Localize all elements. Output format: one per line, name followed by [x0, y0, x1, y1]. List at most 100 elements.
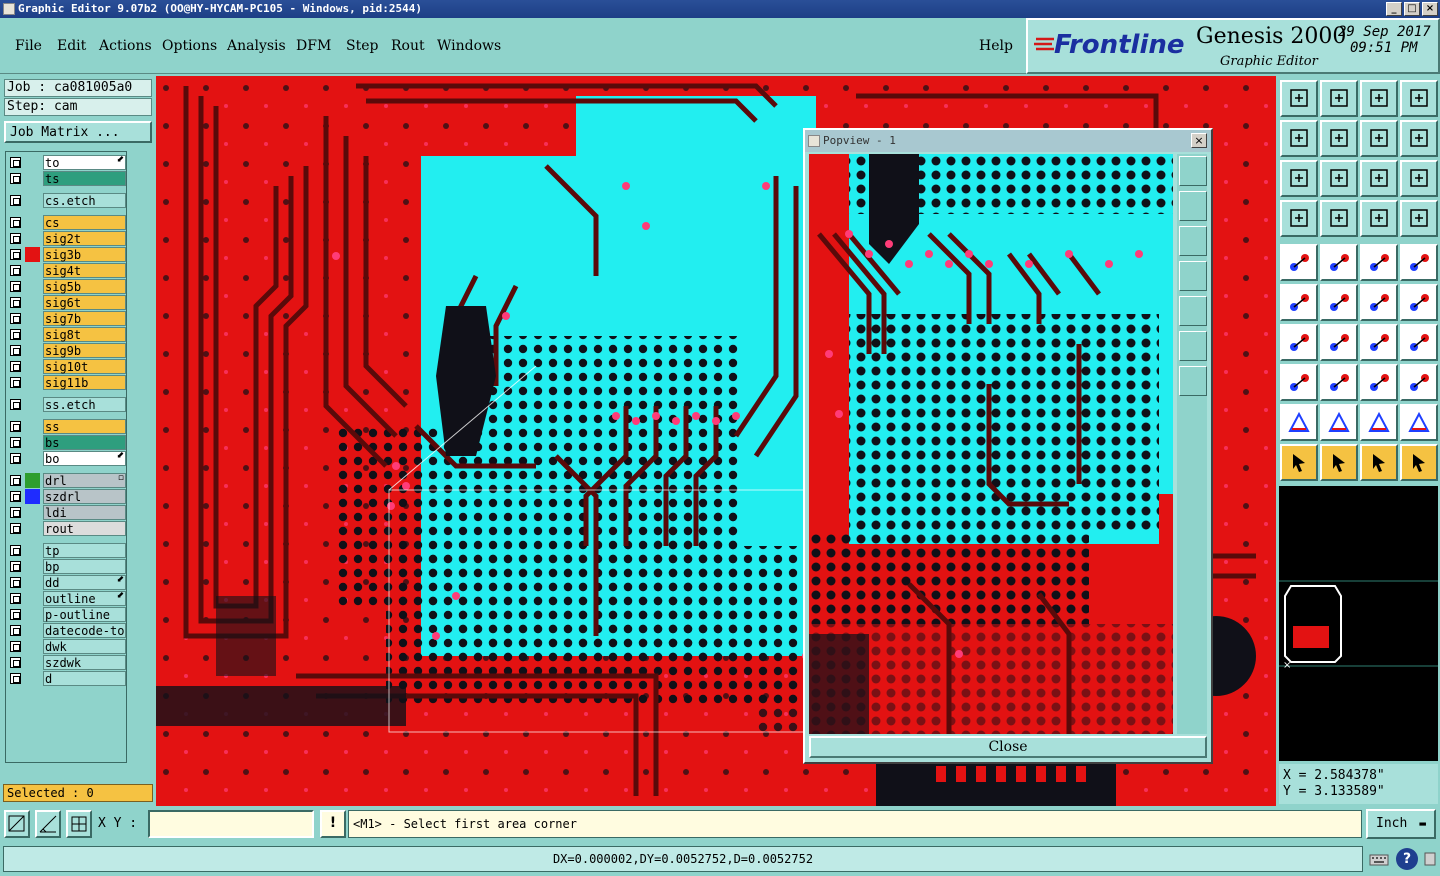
layer-display-checkbox[interactable] — [10, 577, 21, 588]
delete-x-button[interactable] — [1320, 284, 1358, 321]
layer-row-sig4t[interactable]: sig4t — [8, 263, 126, 278]
layer-name[interactable]: sig11b — [43, 375, 126, 390]
layer-display-checkbox[interactable] — [10, 523, 21, 534]
layer-color-swatch[interactable] — [25, 397, 40, 412]
layer-row-ss-etch[interactable]: ss.etch — [8, 397, 126, 412]
layer-row-dd[interactable]: dd ⬋ — [8, 575, 126, 590]
layer-row-cs-etch[interactable]: cs.etch — [8, 193, 126, 208]
layer-name[interactable]: sig10t — [43, 359, 126, 374]
layer-color-swatch[interactable] — [25, 559, 40, 574]
popview-canvas[interactable] — [809, 154, 1173, 734]
cursor-alt-button[interactable] — [1360, 444, 1398, 481]
layer-display-checkbox[interactable] — [10, 157, 21, 168]
layer-display-checkbox[interactable] — [10, 233, 21, 244]
layer-display-checkbox[interactable] — [10, 313, 21, 324]
color-pick-button[interactable] — [1320, 244, 1358, 281]
layer-name[interactable]: outline — [43, 591, 126, 606]
layer-name[interactable]: szdrl — [43, 489, 126, 504]
layer-color-swatch[interactable] — [25, 435, 40, 450]
layer-row-dwk[interactable]: dwk — [8, 639, 126, 654]
arc-button[interactable] — [1360, 324, 1398, 361]
layer-name[interactable]: sig3b — [43, 247, 126, 262]
layer-display-checkbox[interactable] — [10, 399, 21, 410]
popview-pan-left-button[interactable] — [1179, 261, 1207, 291]
layer-color-swatch[interactable] — [25, 263, 40, 278]
measure-button[interactable] — [35, 810, 61, 838]
menu-actions[interactable]: Actions — [99, 38, 152, 54]
layer-display-checkbox[interactable] — [10, 593, 21, 604]
menu-windows[interactable]: Windows — [437, 38, 501, 54]
layer-name[interactable]: bp — [43, 559, 126, 574]
home-down-button[interactable] — [1320, 80, 1358, 117]
popview-title-bar[interactable]: Popview - 1 — [805, 130, 1211, 152]
layer-name[interactable]: szdwk — [43, 655, 126, 670]
layer-color-swatch[interactable] — [25, 591, 40, 606]
help-icon[interactable]: ? — [1396, 848, 1418, 870]
layer-color-swatch[interactable] — [25, 279, 40, 294]
layer-row-sig11b[interactable]: sig11b — [8, 375, 126, 390]
layer-color-swatch[interactable] — [25, 543, 40, 558]
layer-color-swatch[interactable] — [25, 505, 40, 520]
layer-row-sig8t[interactable]: sig8t — [8, 327, 126, 342]
layer-display-checkbox[interactable] — [10, 475, 21, 486]
flip-button[interactable] — [1400, 324, 1438, 361]
layer-name[interactable]: dwk — [43, 639, 126, 654]
pan-left-button[interactable] — [1280, 120, 1318, 157]
popview-pan-right-button[interactable] — [1179, 296, 1207, 326]
layer-color-swatch[interactable] — [25, 623, 40, 638]
layer-name[interactable]: sig9b — [43, 343, 126, 358]
layer-display-checkbox[interactable] — [10, 217, 21, 228]
layer-color-swatch[interactable] — [25, 247, 40, 262]
layer-row-sig10t[interactable]: sig10t — [8, 359, 126, 374]
triangle-b-button[interactable] — [1320, 404, 1358, 441]
layer-color-swatch[interactable] — [25, 473, 40, 488]
layer-red-2-button[interactable] — [1400, 200, 1438, 237]
popview-pan-up-button[interactable] — [1179, 191, 1207, 221]
snake-route-button[interactable] — [1400, 120, 1438, 157]
menu-dfm[interactable]: DFM — [296, 38, 331, 54]
layer-row-d[interactable]: d — [8, 671, 126, 686]
home-up-button[interactable] — [1280, 80, 1318, 117]
feature-select-button[interactable] — [1280, 244, 1318, 281]
layer-display-checkbox[interactable] — [10, 657, 21, 668]
popview-zoom-out-button[interactable] — [1179, 366, 1207, 396]
grid-view-button[interactable] — [1320, 200, 1358, 237]
layer-name[interactable]: p-outline — [43, 607, 126, 622]
layer-name[interactable]: ss — [43, 419, 126, 434]
popview-window[interactable]: Popview - 1 × Close — [803, 128, 1213, 764]
cursor-path-button[interactable] — [1400, 444, 1438, 481]
bar-mark-button[interactable] — [1320, 364, 1358, 401]
extra-status-icon[interactable] — [1422, 848, 1438, 870]
layer-name[interactable]: cs.etch — [43, 193, 126, 208]
menu-step[interactable]: Step — [346, 38, 378, 54]
layer-name[interactable]: ts — [43, 171, 126, 186]
layer-row-tp[interactable]: tp — [8, 543, 126, 558]
layer-name[interactable]: datecode-to — [43, 623, 126, 638]
layer-name[interactable]: cs — [43, 215, 126, 230]
xy-input[interactable] — [148, 810, 314, 838]
layer-name[interactable]: bs — [43, 435, 126, 450]
popview-zoom-fit-button[interactable] — [1179, 156, 1207, 186]
zoom-center-button[interactable] — [1320, 160, 1358, 197]
layer-color-swatch[interactable] — [25, 193, 40, 208]
layer-color-swatch[interactable] — [25, 671, 40, 686]
layer-name[interactable]: bo — [43, 451, 126, 466]
layer-name[interactable]: d — [43, 671, 126, 686]
layer-name[interactable]: sig7b — [43, 311, 126, 326]
layer-row-rout[interactable]: rout — [8, 521, 126, 536]
shape-mix-button[interactable] — [1400, 364, 1438, 401]
keyboard-icon[interactable] — [1368, 848, 1390, 870]
layer-name[interactable]: sig4t — [43, 263, 126, 278]
units-selector[interactable]: Inch ▬ — [1366, 809, 1436, 839]
layer-row-datecode-to[interactable]: datecode-to — [8, 623, 126, 638]
layer-name[interactable]: sig8t — [43, 327, 126, 342]
popview-zoom-in-button[interactable] — [1179, 331, 1207, 361]
draw-diag-button[interactable] — [1320, 324, 1358, 361]
pan-right-button[interactable] — [1320, 120, 1358, 157]
layer-display-checkbox[interactable] — [10, 195, 21, 206]
grid-snap-button[interactable] — [66, 810, 92, 838]
layer-row-ldi[interactable]: ldi — [8, 505, 126, 520]
layer-row-to[interactable]: to ⬋ — [8, 155, 126, 170]
layer-row-drl[interactable]: drl ▫ — [8, 473, 126, 488]
layer-row-sig3b[interactable]: sig3b — [8, 247, 126, 262]
